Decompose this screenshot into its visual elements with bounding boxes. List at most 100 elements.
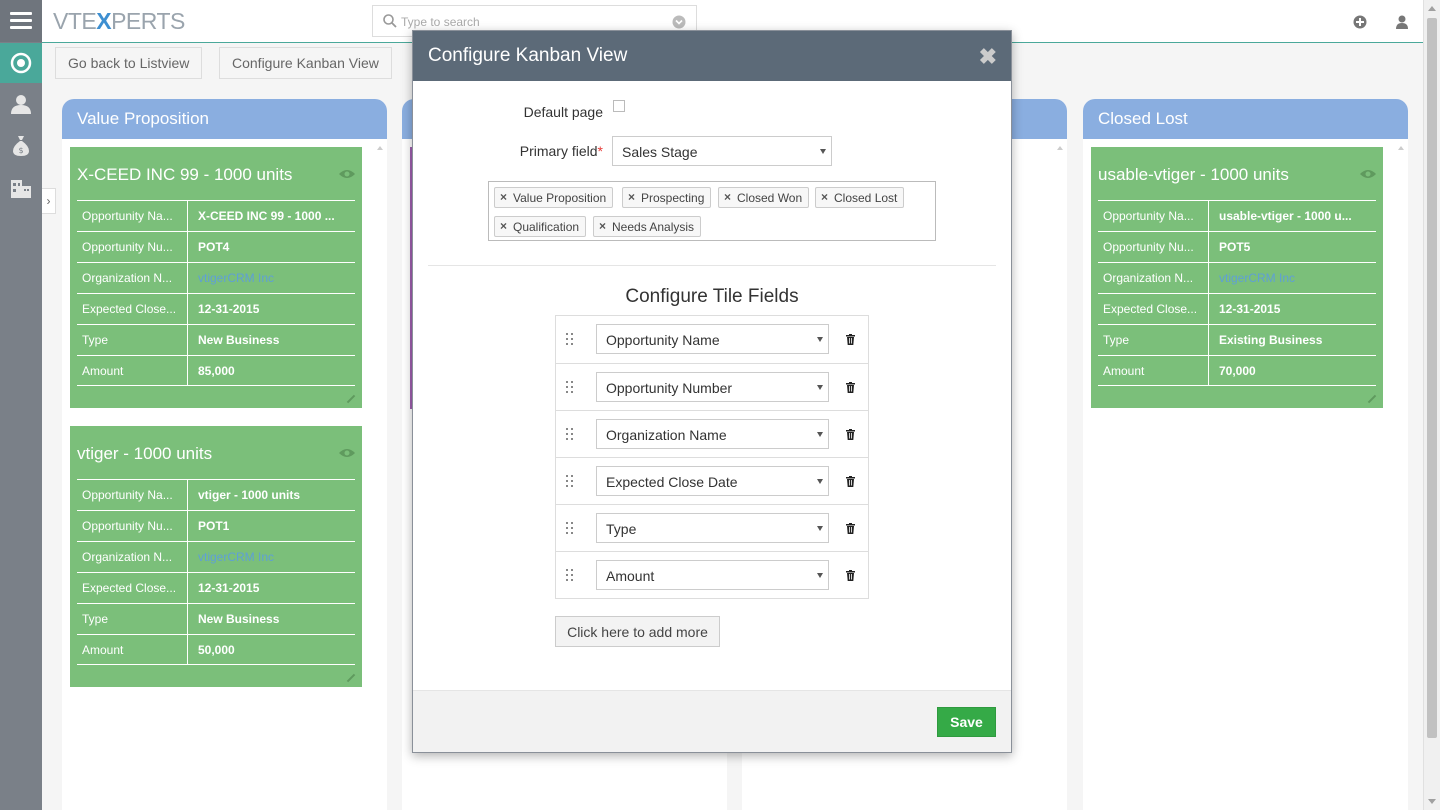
menu-button[interactable] <box>0 0 42 42</box>
logo: VTEXPERTS <box>53 8 185 34</box>
organization-link[interactable]: vtigerCRM Inc <box>188 542 355 572</box>
remove-tag-icon[interactable]: × <box>500 190 507 204</box>
remove-tag-icon[interactable]: × <box>821 190 828 204</box>
user-menu-button[interactable] <box>1392 12 1412 32</box>
column-header: Closed Lost <box>1083 99 1408 139</box>
tile-field-select[interactable]: Type <box>596 513 829 543</box>
tile-field-row: Opportunity Number <box>556 363 868 410</box>
edit-icon[interactable] <box>346 673 356 683</box>
drag-handle-icon[interactable] <box>566 522 574 535</box>
opportunity-card[interactable]: usable-vtiger - 1000 units Opportunity N… <box>1091 147 1383 408</box>
svg-text:$: $ <box>18 146 23 155</box>
scroll-up-arrow[interactable] <box>1428 6 1436 11</box>
sidebar-item-organizations[interactable] <box>0 168 42 208</box>
remove-tag-icon[interactable]: × <box>724 190 731 204</box>
drag-handle-icon[interactable] <box>566 333 574 346</box>
card-field-row: Type New Business <box>77 324 355 355</box>
drag-handle-icon[interactable] <box>566 569 574 582</box>
primary-field-select[interactable]: Sales Stage <box>612 136 832 166</box>
card-field-row: Opportunity Na... usable-vtiger - 1000 u.… <box>1098 200 1376 231</box>
card-field-row: Organization N... vtigerCRM Inc <box>1098 262 1376 293</box>
card-field-row: Type New Business <box>77 603 355 634</box>
tile-field-row: Opportunity Name <box>556 316 868 363</box>
card-field-row: Expected Close... 12-31-2015 <box>1098 293 1376 324</box>
chevron-down-icon[interactable] <box>672 15 686 29</box>
stage-multiselect[interactable]: × Value Proposition × Prospecting × Closed … <box>488 181 936 241</box>
trash-icon[interactable] <box>846 382 855 393</box>
dropdown-caret-icon <box>817 573 823 578</box>
trash-icon[interactable] <box>846 570 855 581</box>
sidebar-item-deals[interactable]: $ <box>0 126 42 166</box>
tile-field-select[interactable]: Opportunity Name <box>596 324 829 354</box>
remove-tag-icon[interactable]: × <box>628 190 635 204</box>
card-field-row: Expected Close... 12-31-2015 <box>77 293 355 324</box>
edit-icon[interactable] <box>1367 394 1377 404</box>
column-scroll-up-arrow[interactable] <box>1057 146 1063 150</box>
dropdown-caret-icon <box>817 337 823 342</box>
trash-icon[interactable] <box>846 476 855 487</box>
building-icon <box>11 180 31 198</box>
drag-handle-icon[interactable] <box>566 381 574 394</box>
default-page-checkbox[interactable] <box>613 100 625 112</box>
column-scroll-up-arrow[interactable] <box>1398 146 1404 150</box>
tile-field-select[interactable]: Expected Close Date <box>596 466 829 496</box>
primary-field-label: Primary field* <box>519 143 603 159</box>
card-field-row: Organization N... vtigerCRM Inc <box>77 541 355 572</box>
remove-tag-icon[interactable]: × <box>500 219 507 233</box>
sidebar-item-contacts[interactable] <box>0 84 42 124</box>
card-field-row: Opportunity Nu... POT4 <box>77 231 355 262</box>
card-field-row: Amount 50,000 <box>77 634 355 665</box>
scroll-down-arrow[interactable] <box>1428 799 1436 804</box>
plus-circle-icon <box>1353 15 1367 29</box>
page-scrollbar[interactable] <box>1423 0 1440 810</box>
sidebar-expand-button[interactable]: › <box>42 188 56 214</box>
eye-icon[interactable] <box>339 169 355 179</box>
add-more-fields-button[interactable]: Click here to add more <box>555 616 720 647</box>
card-field-row: Organization N... vtigerCRM Inc <box>77 262 355 293</box>
go-back-to-listview-button[interactable]: Go back to Listview <box>55 47 203 79</box>
scrollbar-thumb[interactable] <box>1427 18 1437 738</box>
configure-kanban-view-button[interactable]: Configure Kanban View <box>219 47 392 79</box>
organization-link[interactable]: vtigerCRM Inc <box>188 263 355 293</box>
card-field-row: Type Existing Business <box>1098 324 1376 355</box>
dropdown-caret-icon <box>817 432 823 437</box>
card-field-row: Opportunity Na... X-CEED INC 99 - 1000 ..… <box>77 200 355 231</box>
tile-field-row: Type <box>556 504 868 551</box>
kanban-column-closed-lost: Closed Lost usable-vtiger - 1000 units O… <box>1083 99 1408 810</box>
tile-field-select[interactable]: Organization Name <box>596 419 829 449</box>
eye-icon[interactable] <box>339 448 355 458</box>
left-sidebar: $ <box>0 0 42 810</box>
tile-field-select[interactable]: Amount <box>596 560 829 590</box>
save-button[interactable]: Save <box>937 707 996 737</box>
quick-create-button[interactable] <box>1350 12 1370 32</box>
edit-icon[interactable] <box>346 394 356 404</box>
dropdown-caret-icon <box>817 526 823 531</box>
tag-prospecting: × Prospecting <box>622 187 712 208</box>
modal-footer: Save <box>413 690 1011 752</box>
tag-qualification: × Qualification <box>494 216 587 237</box>
money-bag-icon: $ <box>13 136 29 156</box>
default-page-label: Default page <box>523 104 603 120</box>
organization-link[interactable]: vtigerCRM Inc <box>1209 263 1376 293</box>
tile-fields-table: Opportunity Name Opportunity Number Orga… <box>555 315 869 599</box>
eye-icon[interactable] <box>1360 169 1376 179</box>
hamburger-icon <box>10 12 32 15</box>
close-icon[interactable]: ✖ <box>979 44 997 70</box>
card-field-row: Amount 70,000 <box>1098 355 1376 386</box>
drag-handle-icon[interactable] <box>566 475 574 488</box>
trash-icon[interactable] <box>846 523 855 534</box>
card-title: X-CEED INC 99 - 1000 units <box>77 165 293 184</box>
search-icon <box>383 14 397 28</box>
column-scroll-up-arrow[interactable] <box>377 146 383 150</box>
card-title: vtiger - 1000 units <box>77 444 213 463</box>
trash-icon[interactable] <box>846 334 855 345</box>
sidebar-item-opportunities[interactable] <box>0 43 42 83</box>
drag-handle-icon[interactable] <box>566 428 574 441</box>
divider <box>428 265 996 266</box>
tile-field-select[interactable]: Opportunity Number <box>596 372 829 402</box>
opportunity-card[interactable]: vtiger - 1000 units Opportunity Na... vti… <box>70 426 362 687</box>
trash-icon[interactable] <box>846 429 855 440</box>
remove-tag-icon[interactable]: × <box>599 219 606 233</box>
card-field-row: Expected Close... 12-31-2015 <box>77 572 355 603</box>
opportunity-card[interactable]: X-CEED INC 99 - 1000 units Opportunity N… <box>70 147 362 408</box>
